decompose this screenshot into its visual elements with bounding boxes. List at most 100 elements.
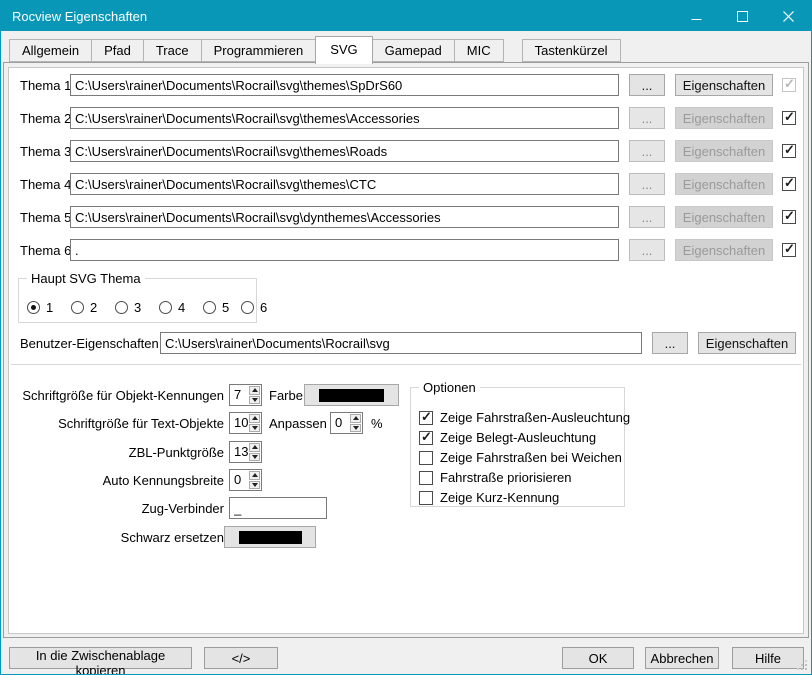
main-theme-radio-1[interactable]: 1 bbox=[27, 300, 53, 314]
copy-to-clipboard-button[interactable]: In die Zwischenablage kopieren bbox=[9, 647, 192, 669]
code-view-button[interactable]: </> bbox=[204, 647, 278, 669]
theme4-enabled-checkbox[interactable] bbox=[782, 177, 796, 191]
stepper-arrows bbox=[248, 385, 261, 405]
font-object-ids-stepper[interactable]: 7 bbox=[229, 384, 262, 406]
font-text-objects-stepper[interactable]: 10 bbox=[229, 412, 262, 434]
radio-label: 4 bbox=[178, 300, 185, 315]
tab-tastenkuerzel[interactable]: Tastenkürzel bbox=[522, 39, 621, 62]
user-properties-label: Benutzer-Eigenschaften bbox=[20, 336, 159, 351]
main-theme-radio-5[interactable]: 5 bbox=[203, 300, 229, 314]
maximize-icon bbox=[737, 11, 748, 22]
radio-icon bbox=[71, 301, 84, 314]
replace-black-color-button[interactable] bbox=[224, 526, 316, 548]
stepper-down-icon[interactable] bbox=[249, 481, 260, 490]
main-theme-radio-6[interactable]: 6 bbox=[241, 300, 267, 314]
stepper-up-icon[interactable] bbox=[249, 386, 260, 395]
tab-svg[interactable]: SVG bbox=[315, 36, 372, 64]
stepper-down-icon[interactable] bbox=[249, 424, 260, 433]
color-label: Farbe bbox=[269, 388, 303, 403]
stepper-up-icon[interactable] bbox=[249, 471, 260, 480]
theme2-enabled-checkbox[interactable] bbox=[782, 111, 796, 125]
tab-page-svg: Thema 1 ... Eigenschaften Thema 2 ... Ei… bbox=[3, 62, 809, 638]
minimize-button[interactable] bbox=[673, 1, 719, 31]
maximize-button[interactable] bbox=[719, 1, 765, 31]
main-theme-legend: Haupt SVG Thema bbox=[27, 271, 145, 286]
theme4-path-input[interactable] bbox=[70, 173, 619, 195]
option-show-route-highlight[interactable]: Zeige Fahrstraßen-Ausleuchtung bbox=[419, 410, 630, 425]
stepper-up-icon[interactable] bbox=[249, 414, 260, 423]
stepper-value: 10 bbox=[230, 413, 248, 433]
stepper-value: 7 bbox=[230, 385, 248, 405]
radio-icon bbox=[115, 301, 128, 314]
main-theme-group: Haupt SVG Thema 1 2 3 4 bbox=[18, 271, 257, 323]
font-object-ids-label: Schriftgröße für Objekt-Kennungen bbox=[9, 388, 224, 403]
train-connector-input[interactable] bbox=[229, 497, 327, 519]
adjust-stepper[interactable]: 0 bbox=[330, 412, 363, 434]
radio-label: 2 bbox=[90, 300, 97, 315]
theme6-enabled-checkbox[interactable] bbox=[782, 243, 796, 257]
stepper-arrows bbox=[248, 442, 261, 462]
stepper-up-icon[interactable] bbox=[350, 414, 361, 423]
close-button[interactable] bbox=[765, 1, 811, 31]
tab-allgemein[interactable]: Allgemein bbox=[9, 39, 92, 62]
replace-black-swatch bbox=[239, 531, 302, 544]
main-theme-radio-4[interactable]: 4 bbox=[159, 300, 185, 314]
cancel-button[interactable]: Abbrechen bbox=[645, 647, 719, 669]
theme1-browse-button[interactable]: ... bbox=[629, 74, 665, 96]
tab-programmieren[interactable]: Programmieren bbox=[201, 39, 317, 62]
radio-label: 6 bbox=[260, 300, 267, 315]
window-title: Rocview Eigenschaften bbox=[1, 9, 673, 24]
zbl-point-size-stepper[interactable]: 13 bbox=[229, 441, 262, 463]
main-theme-radio-3[interactable]: 3 bbox=[115, 300, 141, 314]
theme6-path-input[interactable] bbox=[70, 239, 619, 261]
stepper-down-icon[interactable] bbox=[249, 453, 260, 462]
radio-icon bbox=[27, 301, 40, 314]
theme5-properties-button: Eigenschaften bbox=[675, 206, 773, 228]
train-connector-label: Zug-Verbinder bbox=[9, 501, 224, 516]
option-show-short-id[interactable]: Zeige Kurz-Kennung bbox=[419, 490, 559, 505]
checkbox-icon bbox=[419, 451, 433, 465]
theme1-label: Thema 1 bbox=[20, 78, 71, 93]
checkbox-icon bbox=[419, 471, 433, 485]
theme1-path-input[interactable] bbox=[70, 74, 619, 96]
color-picker-button[interactable] bbox=[304, 384, 399, 406]
stepper-arrows bbox=[248, 470, 261, 490]
main-theme-radio-2[interactable]: 2 bbox=[71, 300, 97, 314]
option-show-occupied-highlight[interactable]: Zeige Belegt-Ausleuchtung bbox=[419, 430, 596, 445]
user-properties-properties-button[interactable]: Eigenschaften bbox=[698, 332, 796, 354]
user-properties-input[interactable] bbox=[160, 332, 642, 354]
user-properties-browse-button[interactable]: ... bbox=[652, 332, 688, 354]
theme3-enabled-checkbox[interactable] bbox=[782, 144, 796, 158]
theme2-browse-button: ... bbox=[629, 107, 665, 129]
stepper-up-icon[interactable] bbox=[249, 443, 260, 452]
option-label: Zeige Fahrstraßen bei Weichen bbox=[440, 450, 622, 465]
theme5-path-input[interactable] bbox=[70, 206, 619, 228]
theme5-browse-button: ... bbox=[629, 206, 665, 228]
ok-button[interactable]: OK bbox=[562, 647, 634, 669]
tab-mic[interactable]: MIC bbox=[454, 39, 504, 62]
tab-pfad[interactable]: Pfad bbox=[91, 39, 144, 62]
tab-trace[interactable]: Trace bbox=[143, 39, 202, 62]
svg-panel: Thema 1 ... Eigenschaften Thema 2 ... Ei… bbox=[8, 67, 804, 634]
option-show-routes-at-switches[interactable]: Zeige Fahrstraßen bei Weichen bbox=[419, 450, 622, 465]
theme4-browse-button: ... bbox=[629, 173, 665, 195]
radio-label: 5 bbox=[222, 300, 229, 315]
stepper-down-icon[interactable] bbox=[249, 396, 260, 405]
theme2-path-input[interactable] bbox=[70, 107, 619, 129]
checkbox-icon bbox=[419, 431, 433, 445]
help-button[interactable]: Hilfe bbox=[732, 647, 804, 669]
tab-gamepad[interactable]: Gamepad bbox=[372, 39, 455, 62]
theme5-label: Thema 5 bbox=[20, 210, 71, 225]
theme1-properties-button[interactable]: Eigenschaften bbox=[675, 74, 773, 96]
resize-grip[interactable] bbox=[795, 658, 807, 670]
stepper-value: 0 bbox=[230, 470, 248, 490]
stepper-down-icon[interactable] bbox=[350, 424, 361, 433]
auto-id-width-stepper[interactable]: 0 bbox=[229, 469, 262, 491]
separator bbox=[11, 364, 801, 365]
theme5-enabled-checkbox[interactable] bbox=[782, 210, 796, 224]
theme3-path-input[interactable] bbox=[70, 140, 619, 162]
theme3-properties-button: Eigenschaften bbox=[675, 140, 773, 162]
radio-label: 1 bbox=[46, 300, 53, 315]
font-text-objects-label: Schriftgröße für Text-Objekte bbox=[9, 416, 224, 431]
option-prioritize-route[interactable]: Fahrstraße priorisieren bbox=[419, 470, 572, 485]
